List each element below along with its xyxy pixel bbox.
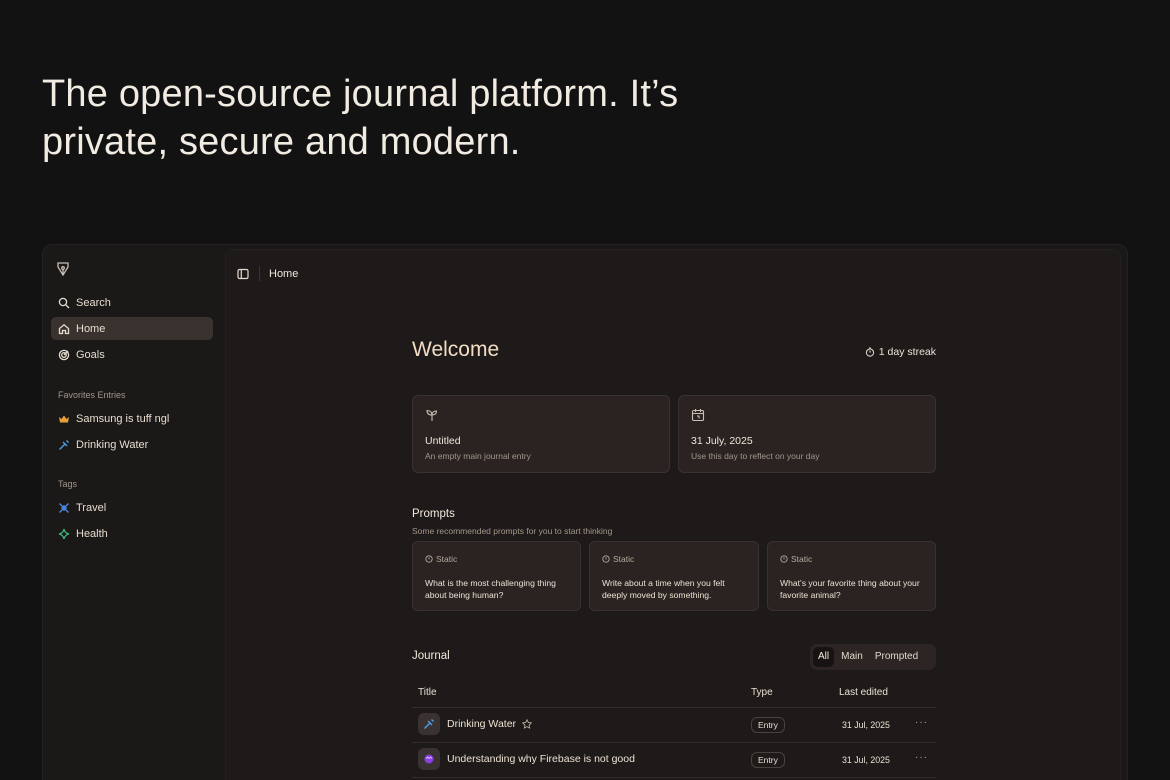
sidebar-item-goals[interactable]: Goals: [51, 343, 213, 366]
timer-icon: [865, 347, 874, 357]
purple-orb-icon: [424, 754, 434, 764]
tab-prompted[interactable]: Prompted: [870, 647, 923, 667]
card-subtitle: Use this day to reflect on your day: [691, 451, 820, 461]
favorite-item-label: Drinking Water: [76, 438, 149, 451]
streak-indicator: 1 day streak: [865, 346, 936, 358]
type-badge: Entry: [751, 717, 785, 733]
card-title: Untitled: [425, 435, 461, 447]
type-badge: Entry: [751, 752, 785, 768]
column-header-type[interactable]: Type: [751, 687, 773, 698]
sidebar-item-search[interactable]: Search: [51, 291, 213, 314]
card-subtitle: An empty main journal entry: [425, 451, 531, 461]
prompt-card[interactable]: Static What is the most challenging thin…: [412, 541, 581, 611]
prompts-subheading: Some recommended prompts for you to star…: [412, 526, 613, 536]
table-header-divider: [412, 707, 936, 708]
prompt-text: Write about a time when you felt deeply …: [602, 578, 725, 600]
syringe-icon: [424, 719, 434, 729]
sidebar-item-label: Search: [76, 296, 111, 309]
tab-main[interactable]: Main: [836, 647, 868, 667]
prompt-text: What's your favorite thing about your fa…: [780, 578, 920, 600]
sidebar-item-label: Home: [76, 322, 106, 335]
favorites-section-label: Favorites Entries: [58, 390, 126, 400]
row-title-text: Drinking Water: [447, 718, 517, 730]
row-icon: [418, 713, 440, 735]
main-panel: Home Welcome 1 day streak Untitled An em…: [225, 249, 1121, 780]
streak-label: 1 day streak: [878, 346, 936, 358]
favorite-item-samsung[interactable]: Samsung is tuff ngl: [51, 407, 213, 430]
row-title-text: Understanding why Firebase is not good: [447, 753, 635, 765]
search-icon: [58, 297, 70, 308]
card-title: 31 July, 2025: [691, 435, 753, 447]
tag-item-travel[interactable]: Travel: [51, 496, 213, 519]
prompt-tag-label: Static: [436, 554, 458, 564]
sidebar-item-label: Goals: [76, 348, 105, 361]
prompt-card[interactable]: Static What's your favorite thing about …: [767, 541, 936, 611]
prompt-tag: Static: [602, 554, 634, 564]
tag-item-label: Health: [76, 527, 108, 540]
sidebar-item-home[interactable]: Home: [51, 317, 213, 340]
prompt-tag: Static: [780, 554, 812, 564]
journal-heading: Journal: [412, 650, 450, 662]
daily-entry-card[interactable]: 31 July, 2025 Use this day to reflect on…: [678, 395, 936, 473]
prompt-text: What is the most challenging thing about…: [425, 578, 556, 600]
favorite-item-label: Samsung is tuff ngl: [76, 412, 170, 425]
static-icon: [425, 555, 433, 563]
column-header-last-edited[interactable]: Last edited: [839, 687, 888, 698]
plane-icon: [59, 502, 69, 513]
sidebar: Search Home Goals Favorites Entries Sams…: [43, 245, 225, 780]
row-icon: [418, 748, 440, 770]
prompt-tag-label: Static: [791, 554, 813, 564]
row-more-icon[interactable]: ···: [915, 752, 928, 763]
pen-nib-icon[interactable]: [56, 261, 70, 277]
home-icon: [58, 323, 70, 334]
tag-item-label: Travel: [76, 501, 107, 514]
row-divider: [412, 742, 936, 743]
row-title: Understanding why Firebase is not good: [447, 753, 635, 765]
target-icon: [58, 349, 70, 360]
breadcrumb[interactable]: Home: [269, 268, 298, 280]
sparkle-icon: [58, 528, 70, 539]
row-more-icon[interactable]: ···: [915, 717, 928, 728]
syringe-icon: [59, 439, 69, 450]
static-icon: [780, 555, 788, 563]
tag-item-health[interactable]: Health: [51, 522, 213, 545]
hero-headline: The open-source journal platform. It’s p…: [42, 70, 802, 166]
app-window: Search Home Goals Favorites Entries Sams…: [42, 244, 1128, 780]
new-entry-card[interactable]: Untitled An empty main journal entry: [412, 395, 670, 473]
tags-section-label: Tags: [58, 479, 78, 489]
prompts-heading: Prompts: [412, 508, 455, 520]
row-title: Drinking Water: [447, 718, 533, 730]
prompt-tag: Static: [425, 554, 457, 564]
prompt-tag-label: Static: [613, 554, 635, 564]
favorite-item-drinking-water[interactable]: Drinking Water: [51, 433, 213, 456]
sidebar-toggle-icon[interactable]: [237, 268, 249, 280]
journal-filter-tabs: All Main Prompted: [810, 644, 936, 670]
row-divider: [412, 777, 936, 778]
calendar-icon: [691, 409, 705, 422]
page-title: Welcome: [412, 338, 500, 361]
tab-all[interactable]: All: [813, 647, 835, 667]
home-content: Welcome 1 day streak Untitled An empty m…: [412, 250, 936, 780]
column-header-title[interactable]: Title: [418, 687, 437, 698]
sprout-icon: [426, 409, 438, 421]
star-icon[interactable]: [522, 719, 533, 729]
topbar-divider: [259, 266, 260, 281]
row-date: 31 Jul, 2025: [842, 720, 890, 730]
prompt-card[interactable]: Static Write about a time when you felt …: [589, 541, 759, 611]
hero-line-1: The open-source journal platform. It’s: [42, 73, 679, 115]
crown-icon: [59, 415, 69, 422]
hero-line-2: private, secure and modern.: [42, 121, 521, 163]
row-date: 31 Jul, 2025: [842, 755, 890, 765]
static-icon: [602, 555, 610, 563]
